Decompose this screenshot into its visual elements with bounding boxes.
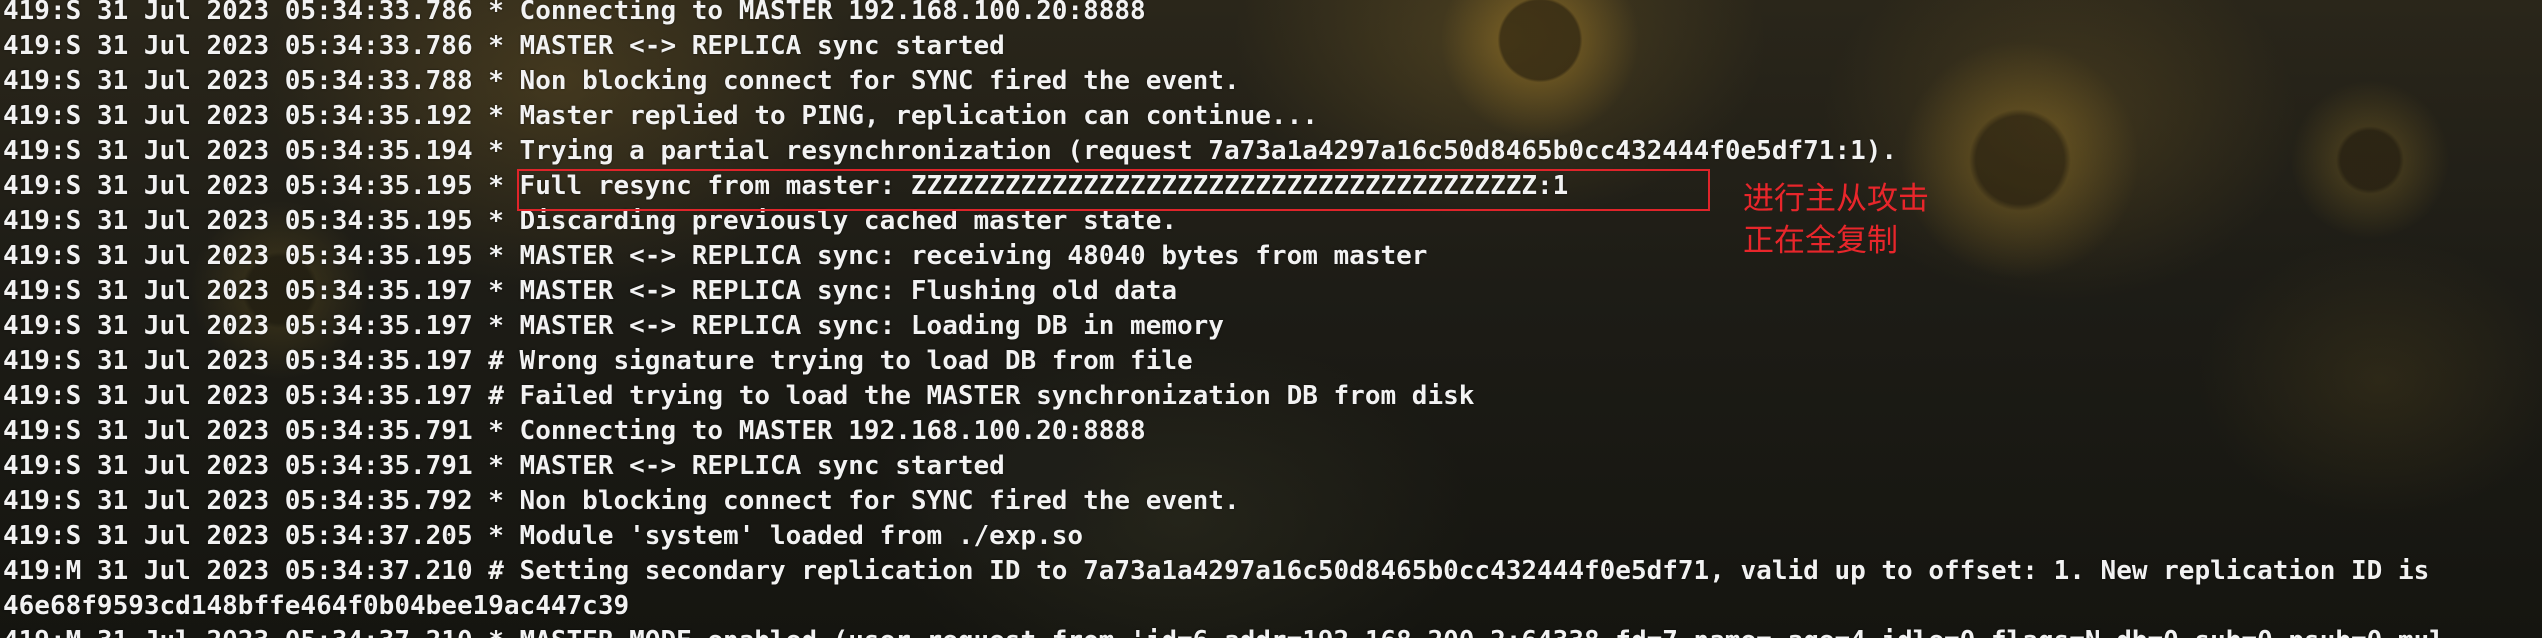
log-line: 419:S 31 Jul 2023 05:34:35.194 * Trying … xyxy=(3,136,1898,166)
annotation-line: 正在全复制 xyxy=(1743,223,1898,259)
terminal-window[interactable]: 419:S 31 Jul 2023 05:34:33.786 * Connect… xyxy=(0,0,2542,638)
log-line: 419:S 31 Jul 2023 05:34:33.788 * Non blo… xyxy=(3,66,1240,96)
log-line: 419:S 31 Jul 2023 05:34:35.197 * MASTER … xyxy=(3,311,1224,341)
log-line: 419:S 31 Jul 2023 05:34:37.205 * Module … xyxy=(3,521,1084,551)
log-line: 419:S 31 Jul 2023 05:34:35.791 * Connect… xyxy=(3,416,1146,446)
annotation-line: 进行主从攻击 xyxy=(1743,181,1929,217)
log-line: 419:S 31 Jul 2023 05:34:35.792 * Non blo… xyxy=(3,486,1240,516)
log-line: 419:S 31 Jul 2023 05:34:33.786 * MASTER … xyxy=(3,31,1005,61)
log-output: 419:S 31 Jul 2023 05:34:33.786 * Connect… xyxy=(3,0,2445,638)
log-line: 419:S 31 Jul 2023 05:34:35.197 # Failed … xyxy=(3,381,1475,411)
highlight-box xyxy=(517,169,1710,211)
log-line: 419:M 31 Jul 2023 05:34:37.210 * MASTER … xyxy=(3,624,2445,638)
log-line: 419:S 31 Jul 2023 05:34:33.786 * Connect… xyxy=(3,0,1146,26)
log-line: 419:S 31 Jul 2023 05:34:35.195 * MASTER … xyxy=(3,241,1428,271)
log-line: 419:S 31 Jul 2023 05:34:35.197 * MASTER … xyxy=(3,276,1177,306)
log-line: 419:S 31 Jul 2023 05:34:35.791 * MASTER … xyxy=(3,451,1005,481)
log-line: 419:M 31 Jul 2023 05:34:37.210 # Setting… xyxy=(3,556,2430,586)
log-line: 419:S 31 Jul 2023 05:34:35.197 # Wrong s… xyxy=(3,346,1193,376)
log-line: 419:S 31 Jul 2023 05:34:35.192 * Master … xyxy=(3,101,1318,131)
log-line: 46e68f9593cd148bffe464f0b04bee19ac447c39 xyxy=(3,591,630,621)
annotation-note: 进行主从攻击 正在全复制 xyxy=(1743,178,1929,262)
